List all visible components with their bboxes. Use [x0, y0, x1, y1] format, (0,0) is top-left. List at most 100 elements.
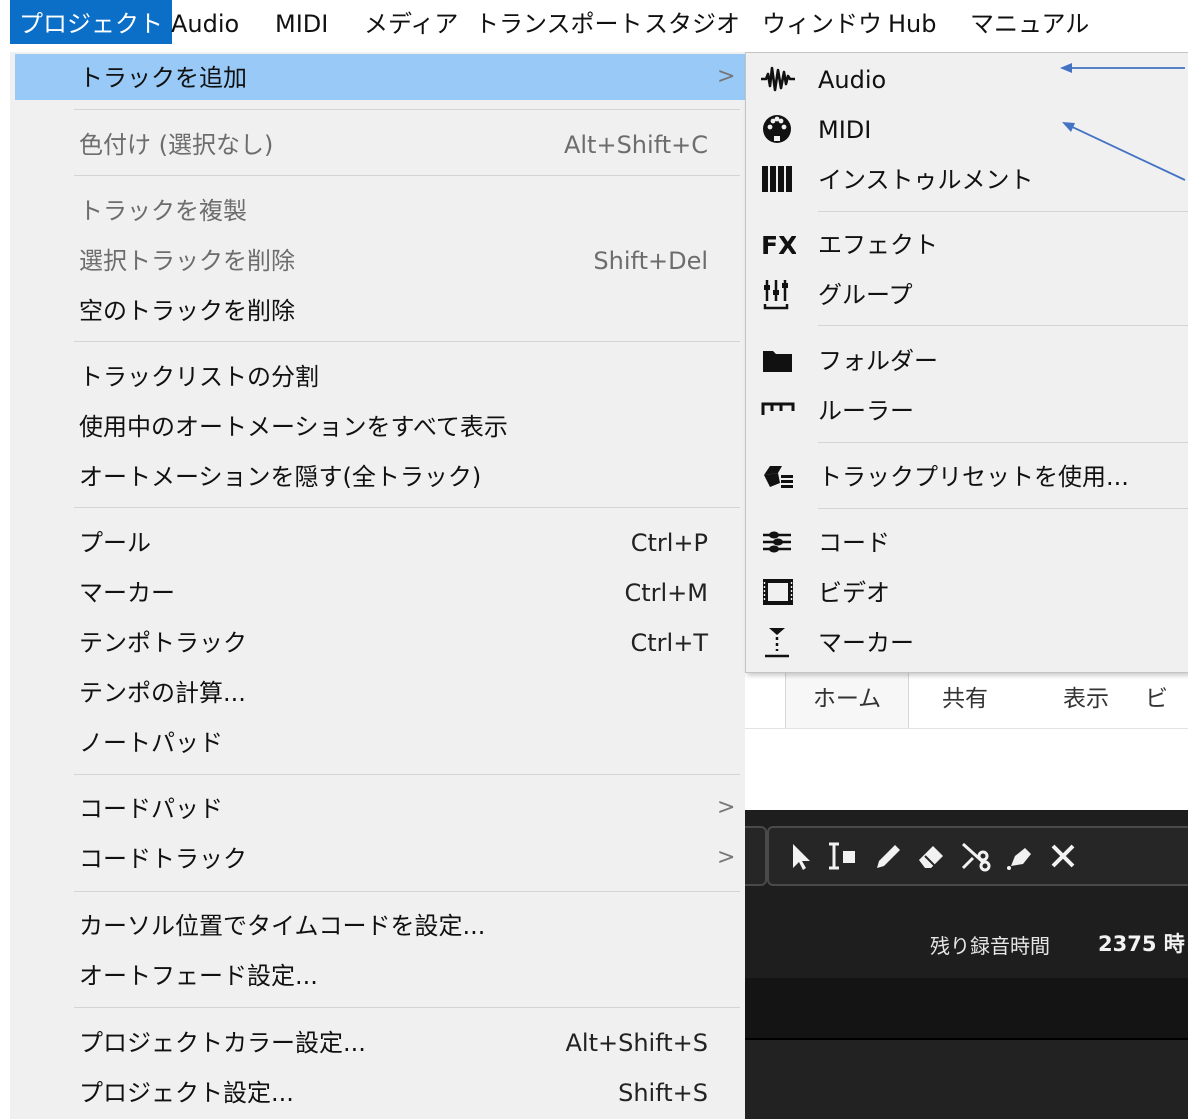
ribbon-tab-home[interactable]: ホーム: [785, 668, 909, 728]
menuitem-label: 色付け (選択なし): [79, 131, 274, 159]
menu-window[interactable]: ウィンドウ: [762, 0, 882, 44]
menu-audio[interactable]: Audio: [171, 0, 239, 44]
explorer-ribbon: ホーム 共有 表示 ビ: [745, 668, 1188, 810]
menuitem-label: プロジェクト設定...: [79, 1079, 294, 1107]
menu-manual[interactable]: マニュアル: [970, 0, 1089, 44]
menuitem-pool[interactable]: プール Ctrl+P: [15, 519, 745, 565]
menu-separator: [74, 109, 740, 110]
menuitem-project-setup[interactable]: プロジェクト設定... Shift+S: [15, 1069, 745, 1115]
menu-media[interactable]: メディア: [364, 0, 458, 44]
menuitem-tempo-calc[interactable]: テンポの計算...: [15, 669, 745, 715]
menuitem-label: トラックリストの分割: [79, 363, 319, 391]
audio-waveform-icon: [760, 62, 796, 96]
ribbon-tab-partial[interactable]: ビ: [1145, 668, 1188, 728]
menuitem-delete-selected-tracks[interactable]: 選択トラックを削除 Shift+Del: [15, 237, 745, 283]
menu-hub[interactable]: Hub: [888, 0, 937, 44]
submenu-separator: [818, 508, 1188, 509]
annotation-arrow-audio-head: [1060, 63, 1072, 73]
submenu-item-folder[interactable]: フォルダー: [746, 337, 1188, 383]
track-preset-icon: [760, 459, 796, 493]
menuitem-label: トラックを複製: [79, 197, 247, 225]
menuitem-chord-track[interactable]: コードトラック >: [15, 835, 745, 881]
menuitem-divide-track-list[interactable]: トラックリストの分割: [15, 353, 745, 399]
menuitem-label: マーカー: [79, 579, 175, 607]
menuitem-add-track[interactable]: トラックを追加 >: [15, 54, 745, 100]
menuitem-label: 空のトラックを削除: [79, 297, 295, 325]
background-app-window: ホーム 共有 表示 ビ 残り録音時間 2375 時: [745, 668, 1188, 1119]
submenu-item-marker[interactable]: マーカー: [746, 619, 1188, 665]
menu-studio[interactable]: スタジオ: [644, 0, 740, 44]
marker-icon: [760, 625, 796, 659]
toolbar-left-group: [745, 826, 767, 886]
arrow-select-icon[interactable]: [783, 836, 819, 876]
menuitem-set-timecode[interactable]: カーソル位置でタイムコードを設定...: [15, 902, 745, 948]
menuitem-label: コードパッド: [79, 795, 223, 823]
menuitem-label: 使用中のオートメーションをすべて表示: [79, 413, 508, 441]
menuitem-label: コードトラック: [79, 845, 247, 873]
submenu-item-ruler[interactable]: ルーラー: [746, 387, 1188, 433]
menu-separator: [74, 175, 740, 176]
menuitem-auto-fade[interactable]: オートフェード設定...: [15, 952, 745, 998]
chevron-right-icon: >: [717, 845, 736, 870]
menuitem-show-used-automation[interactable]: 使用中のオートメーションをすべて表示: [15, 403, 745, 449]
submenu-item-label: ルーラー: [818, 397, 914, 425]
mute-x-icon[interactable]: [1045, 836, 1081, 876]
eraser-icon[interactable]: [913, 836, 949, 876]
menuitem-shortcut: Ctrl+M: [624, 579, 708, 607]
submenu-item-group[interactable]: グループ: [746, 271, 1188, 317]
svg-text:FX: FX: [761, 231, 796, 260]
menuitem-label: オートフェード設定...: [79, 962, 318, 990]
menuitem-shortcut: Alt+Shift+C: [563, 131, 708, 159]
pencil-icon[interactable]: [869, 836, 905, 876]
submenu-item-label: フォルダー: [818, 347, 938, 375]
menuitem-shortcut: Alt+Shift+S: [565, 1029, 709, 1057]
menuitem-label: 選択トラックを削除: [79, 247, 295, 275]
fx-icon: FX: [760, 227, 797, 261]
menu-midi[interactable]: MIDI: [275, 0, 328, 44]
menuitem-duplicate-track[interactable]: トラックを複製: [15, 187, 745, 233]
menuitem-label: テンポトラック: [79, 629, 247, 657]
menuitem-marker[interactable]: マーカー Ctrl+M: [15, 569, 745, 615]
menuitem-project-colors[interactable]: プロジェクトカラー設定... Alt+Shift+S: [15, 1019, 745, 1065]
folder-icon: [760, 343, 796, 377]
annotation-arrow-midi: [1065, 123, 1186, 181]
menuitem-shortcut: Ctrl+T: [630, 629, 708, 657]
submenu-item-track-preset[interactable]: トラックプリセットを使用...: [746, 453, 1188, 499]
menuitem-label: オートメーションを隠す(全トラック): [79, 463, 482, 491]
menuitem-chord-pads[interactable]: コードパッド >: [15, 785, 745, 831]
tool-buttons-group: [767, 826, 1188, 886]
submenu-item-label: インストゥルメント: [818, 166, 1034, 194]
chord-icon: [760, 525, 796, 559]
menuitem-hide-automation[interactable]: オートメーションを隠す(全トラック): [15, 453, 745, 499]
project-dropdown-menu: トラックを追加 > 色付け (選択なし) Alt+Shift+C トラックを複製…: [10, 52, 745, 1119]
submenu-item-label: コード: [818, 529, 890, 557]
menuitem-label: プロジェクトカラー設定...: [79, 1029, 366, 1057]
menu-bar: プロジェクト Audio MIDI メディア トランスポート スタジオ ウィンド…: [0, 0, 1188, 52]
group-faders-icon: [760, 277, 796, 311]
menuitem-colorize[interactable]: 色付け (選択なし) Alt+Shift+C: [15, 121, 745, 167]
submenu-item-chord[interactable]: コード: [746, 519, 1188, 565]
menu-separator: [74, 891, 740, 892]
ribbon-tab-share[interactable]: 共有: [920, 668, 1010, 728]
range-select-icon[interactable]: [825, 836, 861, 876]
split-scissors-icon[interactable]: [957, 836, 993, 876]
ribbon-tab-view[interactable]: 表示: [1041, 668, 1131, 728]
submenu-item-video[interactable]: ビデオ: [746, 569, 1188, 615]
submenu-item-label: トラックプリセットを使用...: [818, 463, 1129, 491]
menuitem-delete-empty-tracks[interactable]: 空のトラックを削除: [15, 287, 745, 333]
menuitem-notepad[interactable]: ノートパッド: [15, 719, 745, 765]
glue-icon[interactable]: [1001, 836, 1037, 876]
menu-transport[interactable]: トランスポート: [475, 0, 643, 44]
chevron-right-icon: >: [717, 64, 736, 89]
menuitem-tempo-track[interactable]: テンポトラック Ctrl+T: [15, 619, 745, 665]
ribbon-divider: [745, 728, 1188, 729]
annotation-arrow-midi-head: [1062, 122, 1075, 132]
submenu-separator: [818, 325, 1188, 326]
remaining-record-time-value: 2375 時: [1098, 932, 1185, 956]
chevron-right-icon: >: [717, 795, 736, 820]
submenu-item-label: ビデオ: [818, 579, 890, 607]
submenu-item-label: エフェクト: [818, 231, 938, 259]
menu-project[interactable]: プロジェクト: [10, 0, 172, 44]
annotation-arrows: [1060, 63, 1186, 181]
submenu-item-label: MIDI: [818, 116, 872, 144]
